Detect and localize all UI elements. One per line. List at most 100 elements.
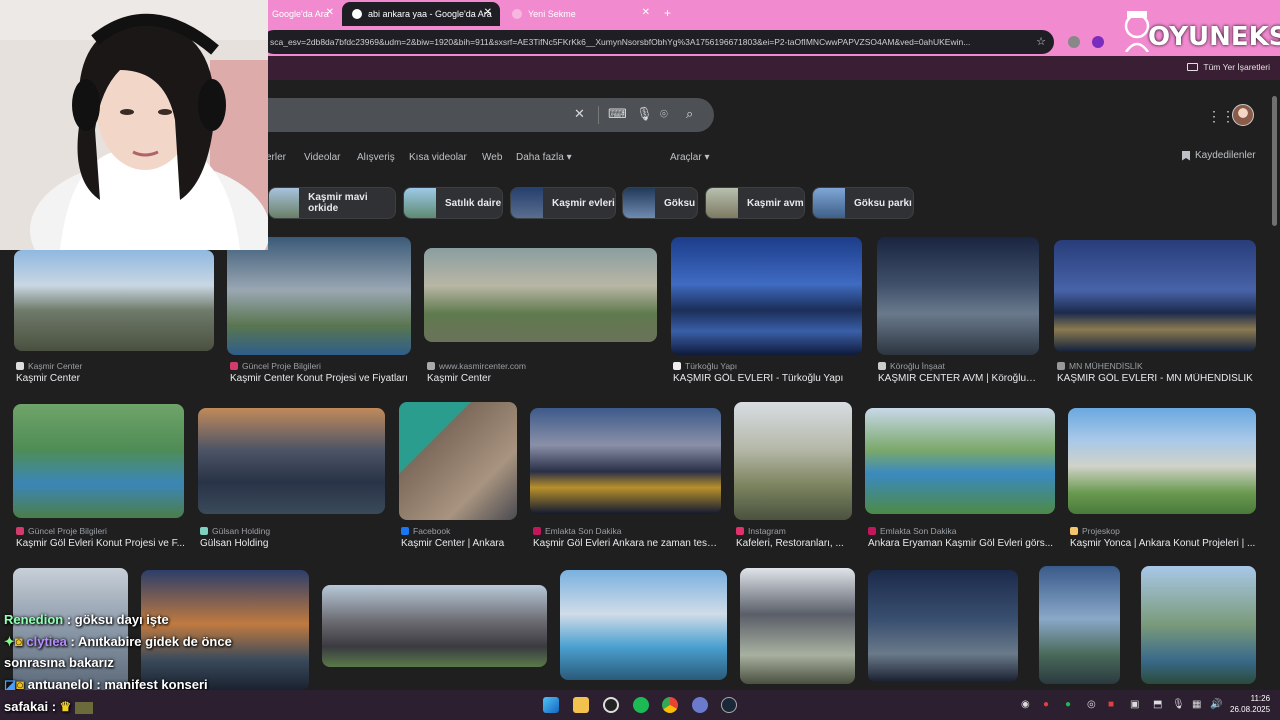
result-title[interactable]: KAŞMİR CENTER AVM | Köroğlu İ...	[878, 373, 1038, 384]
result-image[interactable]	[13, 404, 184, 518]
tab-more[interactable]: Daha fazla ▾	[516, 152, 572, 163]
result-title[interactable]: Kaşmir Center | Ankara	[401, 538, 521, 549]
tab-abi-ankara[interactable]: abi ankara yaa - Google'da Ara ✕	[342, 2, 500, 26]
tools-button[interactable]: Araçlar ▾	[670, 152, 709, 163]
result-source[interactable]: Instagram	[736, 526, 786, 536]
microphone-tray-icon[interactable]: 🎙	[1172, 699, 1185, 710]
result-title[interactable]: KAŞMİR GÖL EVLERİ - MN MÜHENDİSLİK	[1057, 373, 1257, 384]
result-source[interactable]: Köroğlu İnşaat	[878, 361, 945, 371]
new-tab-button[interactable]: +	[664, 6, 671, 20]
result-image[interactable]	[13, 568, 128, 690]
tray-icon[interactable]: ●	[1043, 699, 1049, 710]
result-source[interactable]: Güncel Proje Bilgileri	[230, 361, 321, 371]
chrome-icon[interactable]	[662, 697, 678, 713]
search-input[interactable]: ✕ ⌨ 🎙 ⌾ ⌕	[230, 98, 714, 132]
result-title[interactable]: KAŞMİR GÖL EVLERİ - Türkoğlu Yapı	[673, 373, 863, 384]
tab-partial[interactable]: erler	[266, 152, 286, 163]
result-image[interactable]	[865, 408, 1055, 514]
result-image[interactable]	[560, 570, 727, 680]
tray-icon[interactable]: ◎	[1087, 699, 1096, 710]
close-icon[interactable]: ✕	[326, 7, 334, 18]
saved-button[interactable]: Kaydedilenler	[1182, 150, 1256, 161]
result-image[interactable]	[424, 248, 657, 342]
result-image[interactable]	[868, 570, 1018, 682]
scrollbar[interactable]	[1272, 96, 1277, 226]
result-title[interactable]: Kafeleri, Restoranları, ...	[736, 538, 854, 549]
file-explorer-icon[interactable]	[573, 697, 589, 713]
result-source[interactable]: Projeskop	[1070, 526, 1120, 536]
result-title[interactable]: Kaşmir Göl Evleri Ankara ne zaman tesli.…	[533, 538, 719, 549]
result-title[interactable]: Kaşmir Göl Evleri Konut Projesi ve F...	[16, 538, 186, 549]
spotify-icon[interactable]	[633, 697, 649, 713]
discord-tray-icon[interactable]: ◉	[1021, 699, 1030, 710]
close-icon[interactable]: ✕	[484, 7, 492, 18]
result-image[interactable]	[198, 408, 385, 514]
obs-icon[interactable]	[603, 697, 619, 713]
result-image[interactable]	[1068, 408, 1256, 514]
result-source[interactable]: MN MÜHENDİSLİK	[1057, 361, 1143, 371]
chip-goksu-parki[interactable]: Göksu parkı	[812, 187, 914, 219]
result-image[interactable]	[322, 585, 547, 667]
result-image[interactable]	[1141, 566, 1256, 684]
result-title[interactable]: Gülsan Holding	[200, 538, 380, 549]
chip-kasmir-avm[interactable]: Kaşmir avm	[705, 187, 805, 219]
result-title[interactable]: Ankara Eryaman Kaşmir Göl Evleri görs...	[868, 538, 1054, 549]
tab-google-search[interactable]: Google'da Ara ✕	[262, 2, 342, 26]
chip-kasmir-mavi-orkide[interactable]: Kaşmir mavi orkide	[268, 187, 396, 219]
result-image[interactable]	[399, 402, 517, 520]
app-icon[interactable]	[692, 697, 708, 713]
close-icon[interactable]: ✕	[642, 7, 650, 18]
chip-kasmir-evleri[interactable]: Kaşmir evleri	[510, 187, 616, 219]
avatar[interactable]	[1232, 104, 1254, 126]
chip-goksu[interactable]: Göksu	[622, 187, 698, 219]
result-image[interactable]	[877, 237, 1039, 355]
tray-icon[interactable]: ⬒	[1153, 699, 1162, 710]
result-title[interactable]: Kaşmir Center	[427, 373, 655, 384]
search-icon[interactable]: ⌕	[686, 106, 693, 122]
result-image[interactable]	[1054, 240, 1256, 352]
steam-icon[interactable]	[721, 697, 737, 713]
result-image[interactable]	[14, 250, 214, 351]
result-source[interactable]: Gülsan Holding	[200, 526, 270, 536]
result-title[interactable]: Kaşmir Center	[16, 373, 214, 384]
result-source[interactable]: Emlakta Son Dakika	[533, 526, 622, 536]
result-image[interactable]	[740, 568, 855, 684]
result-image[interactable]	[227, 237, 411, 355]
result-title[interactable]: Kaşmir Yonca | Ankara Konut Projeleri | …	[1070, 538, 1256, 549]
result-source[interactable]: Facebook	[401, 526, 450, 536]
result-source[interactable]: Güncel Proje Bilgileri	[16, 526, 107, 536]
result-source[interactable]: Kaşmir Center	[16, 361, 82, 371]
result-source[interactable]: Emlakta Son Dakika	[868, 526, 957, 536]
chip-satilik-daire[interactable]: Satılık daire	[403, 187, 503, 219]
result-source[interactable]: www.kasmircenter.com	[427, 361, 526, 371]
result-image[interactable]	[734, 402, 852, 520]
windows-start-icon[interactable]	[543, 697, 559, 713]
extension-icon[interactable]	[1068, 36, 1080, 48]
clock[interactable]: 11:26 26.08.2025	[1230, 693, 1270, 715]
result-source[interactable]: Türkoğlu Yapı	[673, 361, 737, 371]
clear-icon[interactable]: ✕	[574, 106, 585, 122]
address-bar[interactable]: sca_esv=2db8da7bfdc23969&udm=2&biw=1920&…	[262, 30, 1054, 54]
result-image[interactable]	[1039, 566, 1120, 684]
apps-grid-icon[interactable]: ⋮⋮	[1207, 108, 1235, 125]
tab-web[interactable]: Web	[482, 152, 502, 163]
tray-icon[interactable]: ■	[1108, 699, 1114, 710]
volume-icon[interactable]: 🔊	[1210, 699, 1222, 710]
result-image[interactable]	[671, 237, 862, 355]
tray-icon[interactable]: ▣	[1130, 699, 1139, 710]
result-title[interactable]: Kaşmir Center Konut Projesi ve Fiyatları	[230, 373, 410, 384]
microphone-icon[interactable]: 🎙	[636, 106, 653, 122]
tab-videos[interactable]: Videolar	[304, 152, 341, 163]
tab-new[interactable]: Yeni Sekme ✕	[502, 2, 658, 26]
profile-extension-icon[interactable]	[1092, 36, 1104, 48]
spotify-tray-icon[interactable]: ●	[1065, 699, 1071, 710]
tab-shopping[interactable]: Alışveriş	[357, 152, 395, 163]
network-icon[interactable]: ▦	[1192, 699, 1201, 710]
result-image[interactable]	[141, 570, 309, 690]
keyboard-icon[interactable]: ⌨	[608, 106, 627, 122]
result-image[interactable]	[530, 408, 721, 514]
star-icon[interactable]: ☆	[1036, 35, 1046, 48]
tab-short-videos[interactable]: Kısa videolar	[409, 152, 467, 163]
all-bookmarks[interactable]: Tüm Yer İşaretleri	[1187, 62, 1270, 72]
lens-icon[interactable]: ⌾	[660, 106, 668, 122]
